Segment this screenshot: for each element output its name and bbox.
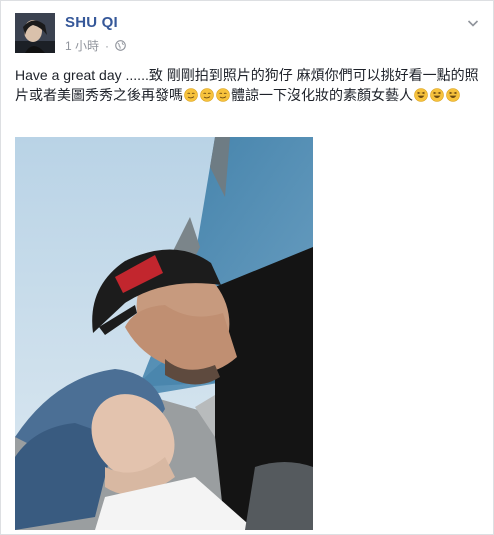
post-timestamp[interactable]: 1 小時 (65, 37, 99, 54)
emoji-group-smirk (183, 87, 231, 103)
smirk-emoji-icon (200, 88, 214, 102)
post-text: Have a great day ......致 剛剛拍到照片的狗仔 麻煩你們可… (15, 65, 483, 105)
laughing-emoji-icon (446, 88, 460, 102)
avatar[interactable] (15, 13, 55, 53)
laughing-emoji-icon (414, 88, 428, 102)
post-photo[interactable] (15, 137, 313, 530)
post-card: SHU QI 1 小時 · Have a great day ......致 剛… (0, 0, 494, 535)
meta-separator: · (105, 38, 110, 53)
globe-icon[interactable] (115, 40, 126, 51)
laughing-emoji-icon (430, 88, 444, 102)
author-name[interactable]: SHU QI (65, 14, 118, 31)
post-text-tail: 體諒一下沒化妝的素顏女藝人 (231, 87, 413, 103)
post-meta: 1 小時 · (65, 37, 126, 54)
emoji-group-laughing (413, 87, 461, 103)
smirk-emoji-icon (216, 88, 230, 102)
smirk-emoji-icon (184, 88, 198, 102)
chevron-down-icon[interactable] (465, 15, 481, 31)
post-header: SHU QI 1 小時 · (15, 13, 481, 57)
